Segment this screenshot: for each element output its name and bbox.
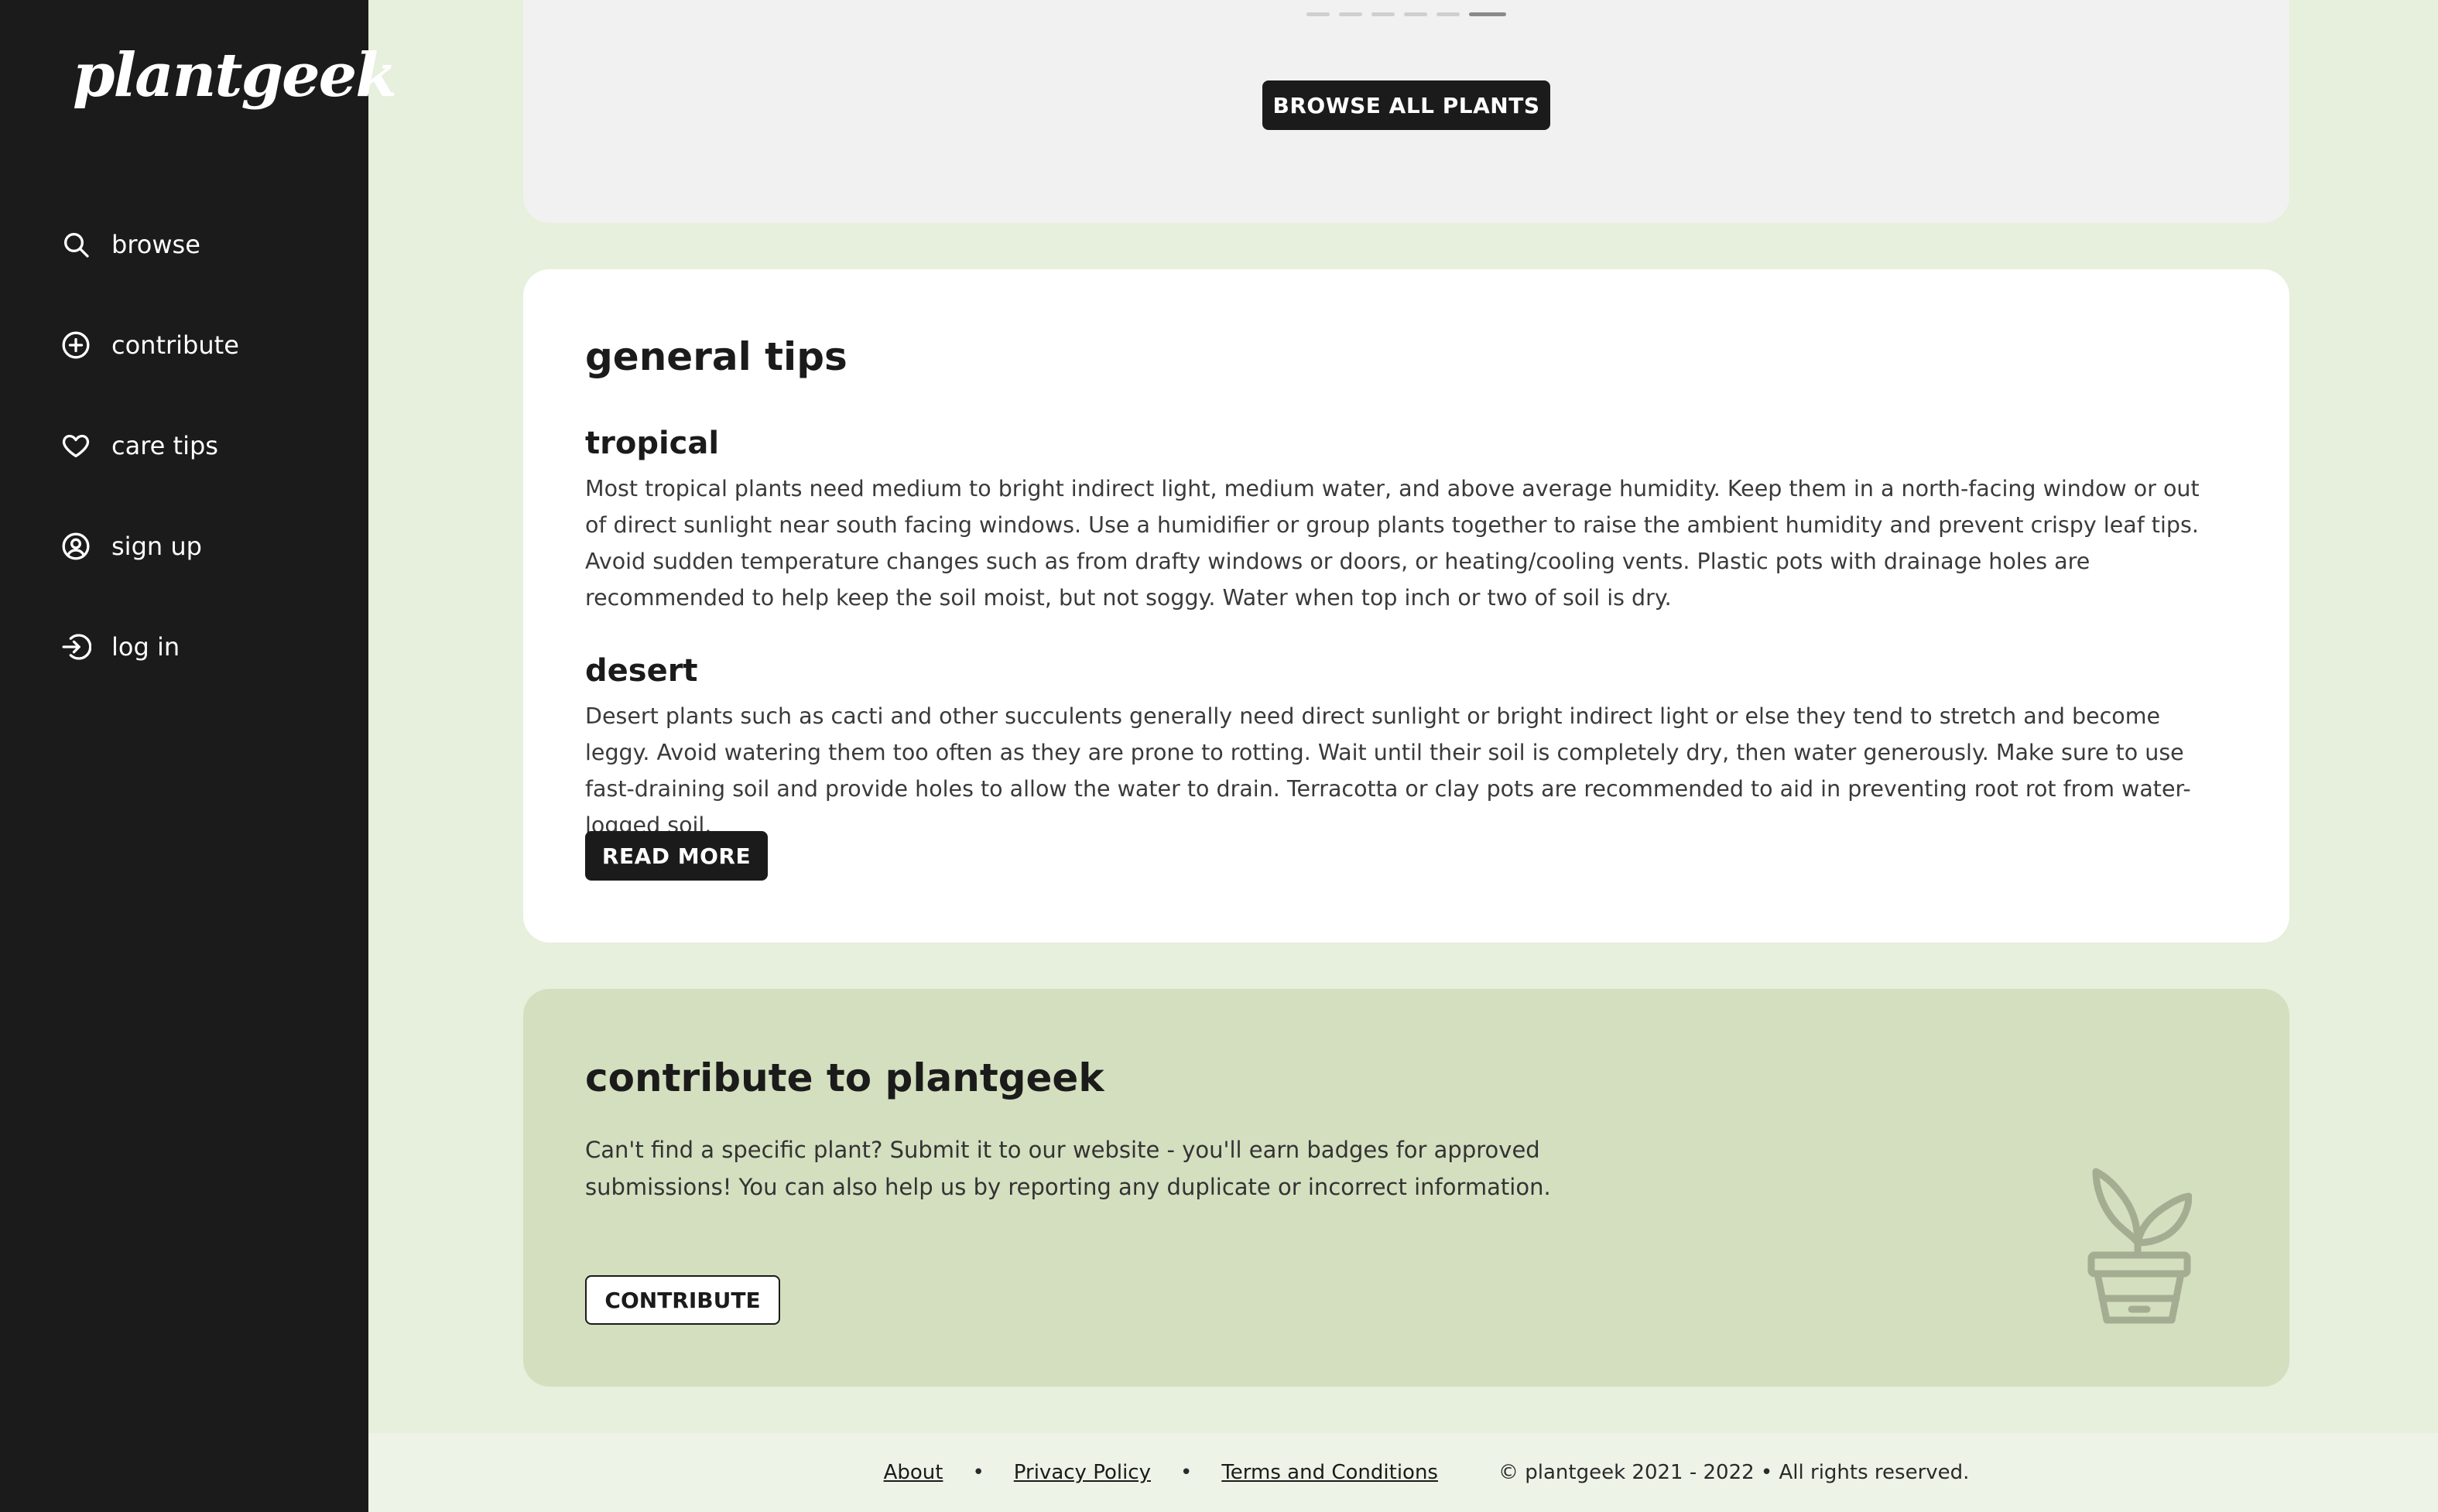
contribute-card: contribute to plantgeek Can't find a spe… (523, 989, 2289, 1387)
contribute-button[interactable]: CONTRIBUTE (585, 1275, 780, 1325)
carousel-dot[interactable] (1371, 12, 1395, 16)
browse-card: BROWSE ALL PLANTS (523, 0, 2289, 223)
contribute-title: contribute to plantgeek (585, 1055, 1104, 1100)
sidebar-nav: browse contribute care tips sign up log … (60, 224, 239, 727)
heart-icon (62, 434, 90, 457)
sidebar-item-label: contribute (111, 330, 239, 360)
footer-link-terms[interactable]: Terms and Conditions (1221, 1461, 1438, 1484)
sidebar-item-care-tips[interactable]: care tips (60, 426, 239, 466)
sidebar-item-label: sign up (111, 532, 202, 561)
search-icon (64, 233, 89, 258)
potted-plant-icon (2087, 1168, 2192, 1324)
carousel-dot[interactable] (1306, 12, 1330, 16)
footer: About • Privacy Policy • Terms and Condi… (368, 1433, 2438, 1512)
sidebar-item-log-in[interactable]: log in (60, 627, 239, 667)
desert-text: Desert plants such as cacti and other su… (585, 703, 2191, 838)
footer-copyright: © plantgeek 2021 - 2022 • All rights res… (1498, 1461, 1970, 1484)
sidebar-item-sign-up[interactable]: sign up (60, 526, 239, 566)
carousel-dot-active[interactable] (1469, 12, 1506, 16)
general-tips-card: general tips tropical Most tropical plan… (523, 269, 2289, 942)
sidebar-item-label: browse (111, 230, 200, 259)
carousel-dot[interactable] (1436, 12, 1460, 16)
plantgeek-logo[interactable]: plantgeek (73, 40, 397, 111)
sidebar-item-contribute[interactable]: contribute (60, 325, 239, 365)
general-tips-title: general tips (585, 334, 847, 379)
contribute-text: Can't find a specific plant? Submit it t… (585, 1137, 1551, 1200)
sidebar-item-browse[interactable]: browse (60, 224, 239, 265)
carousel-dot[interactable] (1339, 12, 1362, 16)
desert-heading: desert (585, 653, 698, 689)
sidebar: plantgeek browse contribute care tips si… (0, 0, 397, 1512)
footer-separator: • (1180, 1461, 1193, 1484)
carousel-dot[interactable] (1404, 12, 1427, 16)
main-content: BROWSE ALL PLANTS general tips tropical … (368, 0, 2438, 1512)
user-circle-icon (62, 532, 90, 560)
sidebar-item-label: log in (111, 632, 180, 662)
footer-separator: • (972, 1461, 984, 1484)
sidebar-item-label: care tips (111, 431, 218, 460)
footer-link-about[interactable]: About (884, 1461, 943, 1484)
tropical-heading: tropical (585, 426, 720, 461)
plus-circle-icon (62, 331, 90, 359)
login-icon (62, 634, 91, 660)
browse-all-plants-button[interactable]: BROWSE ALL PLANTS (1262, 80, 1550, 130)
read-more-button[interactable]: READ MORE (585, 831, 768, 881)
carousel-pagination (523, 12, 2289, 16)
footer-link-privacy-policy[interactable]: Privacy Policy (1014, 1461, 1151, 1484)
tropical-text: Most tropical plants need medium to brig… (585, 476, 2200, 611)
